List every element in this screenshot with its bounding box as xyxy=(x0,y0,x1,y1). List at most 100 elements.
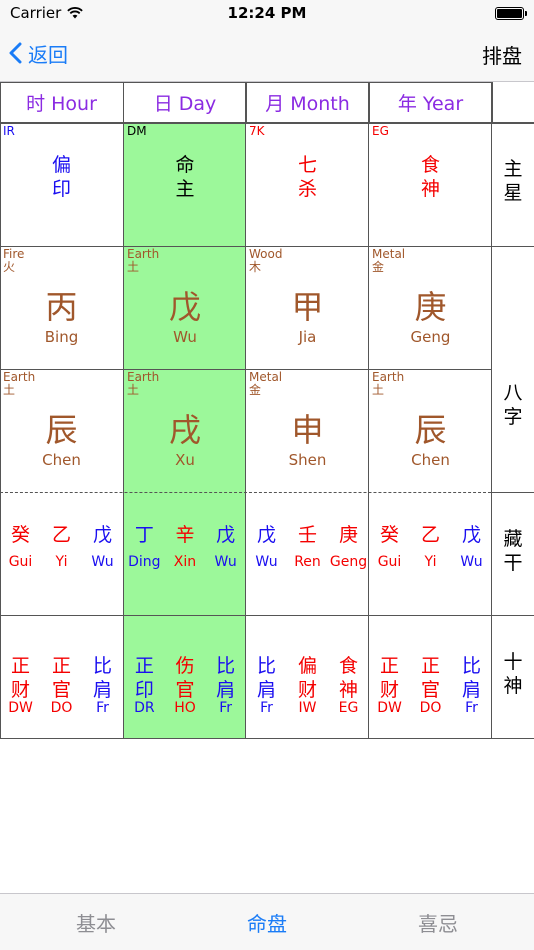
star-code: 7K xyxy=(249,124,265,138)
side-char: 十 xyxy=(503,651,523,673)
element-cn: 木 xyxy=(249,260,262,274)
hidden-stem-pinyin: Wu xyxy=(91,554,114,570)
ten-god-char: 肩 xyxy=(216,679,236,701)
main-star-cell: 7K 七杀 xyxy=(246,123,369,246)
ten-god-char: 偏 xyxy=(297,655,317,677)
ten-god-char: 肩 xyxy=(256,679,276,701)
heavenly-stem-cell: Earth 土戊 Wu xyxy=(124,246,246,369)
ten-god-abbr: Fr xyxy=(219,700,233,716)
back-button[interactable]: 返回 xyxy=(8,38,68,68)
star-code: DM xyxy=(127,124,147,138)
star-char: 偏 xyxy=(51,154,71,176)
ten-god-char: 财 xyxy=(297,679,317,701)
back-label: 返回 xyxy=(28,42,68,67)
element-cn: 火 xyxy=(3,260,16,274)
pillar-pinyin: Wu xyxy=(173,328,197,346)
grid-line xyxy=(491,123,534,124)
pillar-char: 申 xyxy=(291,411,324,449)
header-day: 日 Day xyxy=(124,82,247,123)
grid-line xyxy=(491,492,534,493)
hidden-stem-pinyin: Ding xyxy=(128,554,161,570)
hidden-stem: 戊 Wu xyxy=(246,492,287,615)
side-char: 星 xyxy=(503,182,523,204)
hidden-stem-char: 戊 xyxy=(461,524,481,546)
grid-line xyxy=(491,246,534,247)
pillar-pinyin: Jia xyxy=(298,328,317,346)
hidden-stem-char: 戊 xyxy=(92,524,112,546)
element-cn: 土 xyxy=(3,383,16,397)
hidden-stem: 庚 Geng xyxy=(328,492,369,615)
tab-bar: 基本 命盘 喜忌 xyxy=(0,893,534,950)
ten-god-abbr: DW xyxy=(8,700,33,716)
hidden-stem: 辛 Xin xyxy=(165,492,206,615)
header-hour: 时 Hour xyxy=(0,82,124,123)
hidden-stem-char: 乙 xyxy=(51,524,71,546)
hidden-stems-cell: 戊 Wu 壬 Ren 庚 Geng xyxy=(246,492,369,615)
tab-chart[interactable]: 命盘 xyxy=(217,908,317,937)
hidden-stem-pinyin: Yi xyxy=(424,554,437,570)
side-char: 藏 xyxy=(503,528,523,550)
hidden-stem-pinyin: Wu xyxy=(460,554,483,570)
element-cn: 金 xyxy=(249,383,262,397)
ten-god-char: 印 xyxy=(134,679,154,701)
ten-god-char: 肩 xyxy=(461,679,481,701)
ten-god: 偏财 IW xyxy=(287,615,328,738)
element-name: Earth xyxy=(127,370,160,384)
earthly-branch-cell: Earth 土辰 Chen xyxy=(369,369,492,492)
element-label: Earth 土 xyxy=(127,248,159,274)
side-char: 干 xyxy=(503,552,523,574)
ten-god: 伤官 HO xyxy=(165,615,206,738)
battery-icon xyxy=(495,7,527,20)
star-char: 印 xyxy=(51,178,71,200)
element-name: Earth xyxy=(127,247,160,261)
navigation-bar: 返回 排盘 xyxy=(0,26,534,82)
status-bar: Carrier 12:24 PM xyxy=(0,0,534,26)
ten-god-char: 正 xyxy=(420,655,440,677)
hidden-stem: 癸 Gui xyxy=(0,492,41,615)
hidden-stem-char: 辛 xyxy=(175,524,195,546)
hidden-stem-char: 戊 xyxy=(256,524,276,546)
pillar-char: 庚 xyxy=(414,288,447,326)
ten-god-abbr: HO xyxy=(174,700,196,716)
hidden-stem-pinyin: Ren xyxy=(294,554,321,570)
ten-god-char: 官 xyxy=(175,679,195,701)
ten-god-char: 正 xyxy=(51,655,71,677)
pillar-char: 丙 xyxy=(45,288,78,326)
star-name: 七杀 xyxy=(246,153,369,201)
heavenly-stem-cell: Metal 金庚 Geng xyxy=(369,246,492,369)
element-cn: 土 xyxy=(372,383,385,397)
element-cn: 土 xyxy=(127,383,140,397)
ten-god: 正官 DO xyxy=(41,615,82,738)
star-char: 主 xyxy=(175,178,195,200)
hidden-stems-cell: 丁 Ding 辛 Xin 戊 Wu xyxy=(124,492,246,615)
hidden-stem-char: 丁 xyxy=(134,524,154,546)
element-name: Metal xyxy=(372,247,406,261)
element-cn: 金 xyxy=(372,260,385,274)
star-char: 七 xyxy=(297,154,317,176)
side-char: 神 xyxy=(503,675,523,697)
element-label: Fire 火 xyxy=(3,248,24,274)
main-star-cell: DM 命主 xyxy=(124,123,246,246)
tab-favorable[interactable]: 喜忌 xyxy=(388,908,488,937)
element-name: Metal xyxy=(249,370,283,384)
ten-god: 比肩 Fr xyxy=(246,615,287,738)
ten-gods-cell: 正财 DW 正官 DO 比肩 Fr xyxy=(369,615,492,738)
ten-god-char: 财 xyxy=(379,679,399,701)
hidden-stem-char: 庚 xyxy=(338,524,358,546)
ten-god-char: 食 xyxy=(338,655,358,677)
side-label-ten-gods: 十神 xyxy=(492,650,534,698)
earthly-branch-cell: Earth 土戌 Xu xyxy=(124,369,246,492)
hidden-stem-char: 戊 xyxy=(216,524,236,546)
grid-line xyxy=(0,82,491,83)
ten-god-char: 官 xyxy=(51,679,71,701)
hidden-stem: 戊 Wu xyxy=(451,492,492,615)
ten-god-char: 比 xyxy=(256,655,276,677)
ten-god-char: 正 xyxy=(10,655,30,677)
star-name: 偏印 xyxy=(0,153,123,201)
hidden-stem-pinyin: Xin xyxy=(173,554,197,570)
ten-god-char: 官 xyxy=(420,679,440,701)
ten-god-char: 比 xyxy=(461,655,481,677)
pillar-pinyin: Chen xyxy=(411,451,450,469)
tab-basic[interactable]: 基本 xyxy=(46,908,146,937)
pillar-pinyin: Chen xyxy=(42,451,81,469)
